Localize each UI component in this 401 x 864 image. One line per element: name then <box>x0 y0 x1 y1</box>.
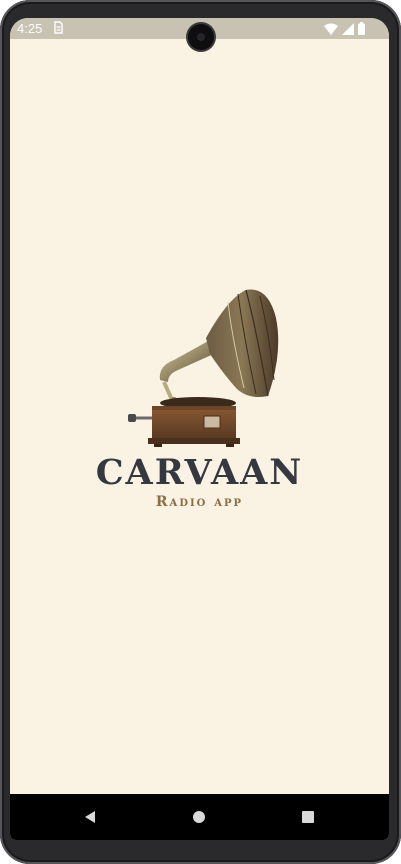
wifi-icon <box>324 23 338 35</box>
front-camera <box>188 24 214 50</box>
splash-logo: CARVAAN Radio app <box>10 288 389 518</box>
back-button[interactable] <box>80 807 100 827</box>
brand-title: CARVAAN <box>95 452 304 493</box>
device-frame: 4:25 CARVAAN Radio app <box>0 0 401 864</box>
recents-button[interactable] <box>298 807 318 827</box>
app-screen: 4:25 CARVAAN Radio app <box>10 18 389 840</box>
back-triangle-icon <box>85 811 95 823</box>
home-button[interactable] <box>189 807 209 827</box>
brand-subtitle: Radio app <box>155 494 244 510</box>
sim-card-icon <box>54 21 63 34</box>
home-circle-icon <box>193 811 205 823</box>
gramophone-icon <box>128 289 279 447</box>
battery-icon <box>358 22 365 35</box>
status-time: 4:25 <box>17 21 43 36</box>
navigation-bar <box>10 794 389 840</box>
cell-signal-icon <box>342 22 354 35</box>
recents-square-icon <box>302 811 314 823</box>
status-icons <box>324 22 365 35</box>
